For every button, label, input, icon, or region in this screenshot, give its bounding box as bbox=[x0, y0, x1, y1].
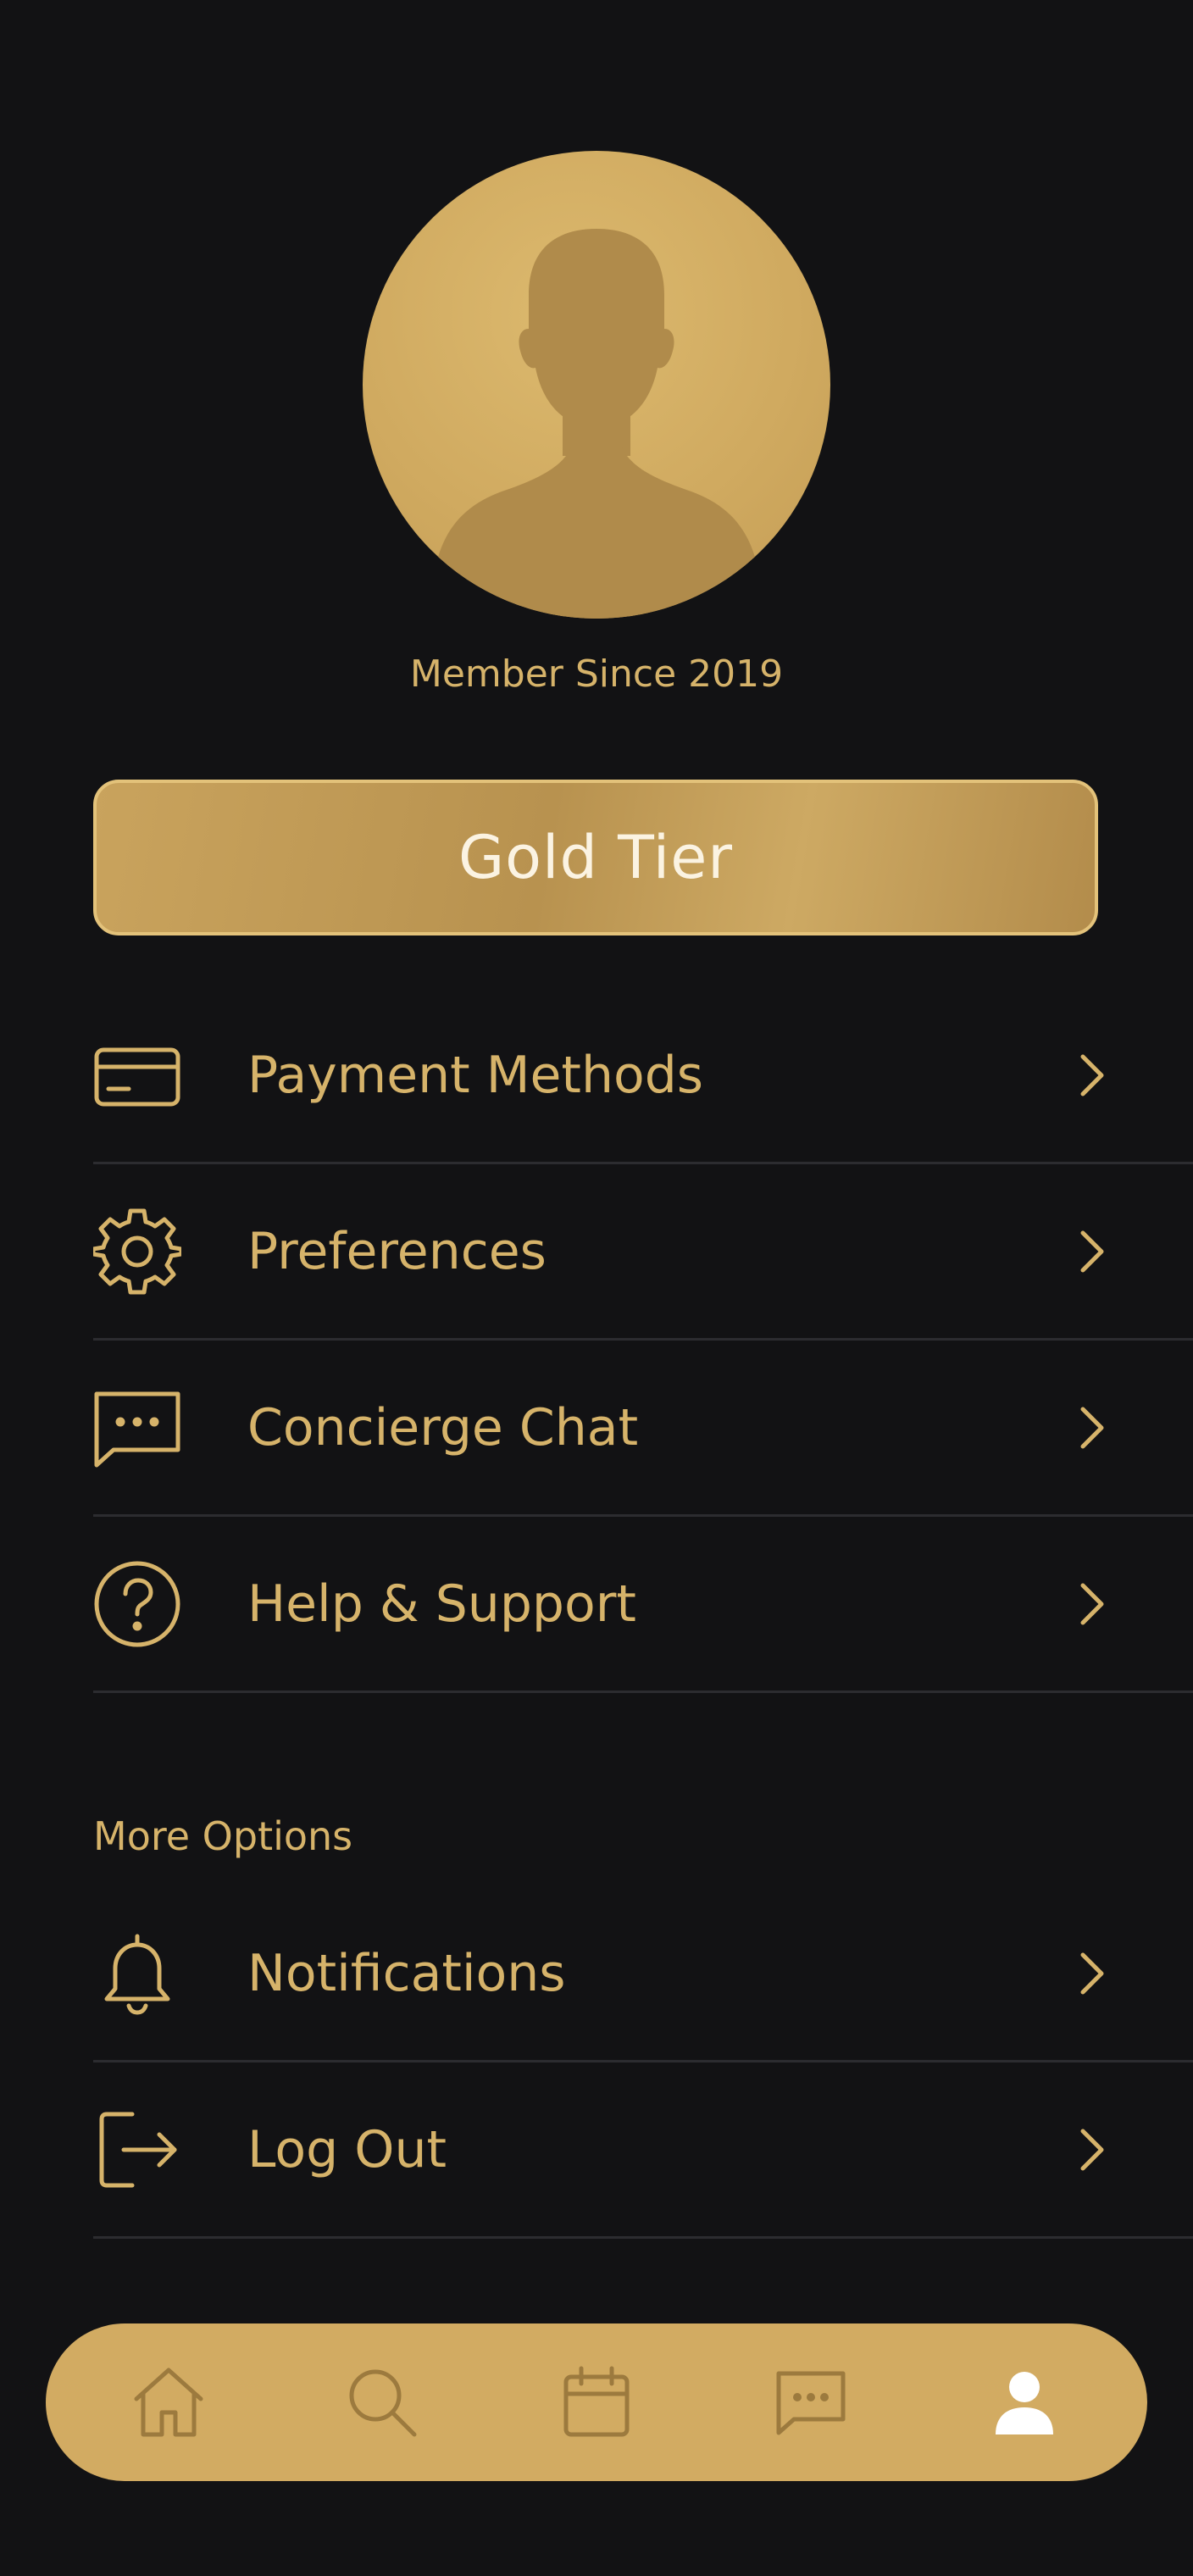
chat-icon bbox=[776, 2371, 846, 2435]
credit-card-icon bbox=[93, 1031, 181, 1119]
chevron-right-icon bbox=[1080, 1054, 1104, 1096]
nav-chat[interactable] bbox=[769, 2360, 853, 2445]
nav-home[interactable] bbox=[126, 2360, 211, 2445]
chevron-right-icon bbox=[1080, 1952, 1104, 1994]
chevron-right-icon bbox=[1080, 1230, 1104, 1272]
menu-item-label: Payment Methods bbox=[247, 1045, 704, 1105]
menu-item-preferences[interactable]: Preferences bbox=[93, 1164, 1193, 1341]
menu-item-label: Log Out bbox=[247, 2119, 447, 2179]
nav-calendar[interactable] bbox=[554, 2360, 639, 2445]
gold-tier-button[interactable]: Gold Tier bbox=[93, 780, 1098, 935]
gear-icon bbox=[93, 1208, 181, 1296]
tier-label: Gold Tier bbox=[458, 823, 734, 892]
logout-icon bbox=[93, 2106, 181, 2194]
menu-item-label: Help & Support bbox=[247, 1574, 636, 1634]
profile-screen: Member Since 2019 Gold Tier Payment Meth… bbox=[0, 0, 1193, 2576]
nav-profile[interactable] bbox=[982, 2360, 1067, 2445]
avatar[interactable] bbox=[363, 151, 830, 619]
search-icon bbox=[349, 2369, 417, 2437]
menu-item-help-support[interactable]: Help & Support bbox=[93, 1517, 1193, 1693]
menu-item-label: Notifications bbox=[247, 1943, 566, 2003]
menu-item-log-out[interactable]: Log Out bbox=[93, 2062, 1193, 2239]
menu-item-label: Preferences bbox=[247, 1221, 547, 1281]
profile-icon bbox=[996, 2372, 1053, 2434]
calendar-icon bbox=[563, 2366, 630, 2437]
menu-item-payment-methods[interactable]: Payment Methods bbox=[93, 988, 1193, 1164]
nav-search[interactable] bbox=[340, 2360, 424, 2445]
chevron-right-icon bbox=[1080, 1583, 1104, 1624]
bottom-nav-bar bbox=[46, 2323, 1147, 2481]
question-circle-icon bbox=[93, 1560, 181, 1648]
chevron-right-icon bbox=[1080, 2129, 1104, 2170]
menu-item-label: Concierge Chat bbox=[247, 1397, 639, 1457]
member-since-text: Member Since 2019 bbox=[409, 652, 784, 696]
menu-item-concierge-chat[interactable]: Concierge Chat bbox=[93, 1341, 1193, 1517]
chat-bubble-icon bbox=[93, 1384, 181, 1472]
menu-item-notifications[interactable]: Notifications bbox=[93, 1886, 1193, 2062]
chevron-right-icon bbox=[1080, 1407, 1104, 1448]
home-icon bbox=[134, 2368, 203, 2437]
person-silhouette-icon bbox=[430, 229, 763, 619]
bell-icon bbox=[93, 1929, 181, 2018]
more-options-header: More Options bbox=[93, 1813, 353, 1859]
